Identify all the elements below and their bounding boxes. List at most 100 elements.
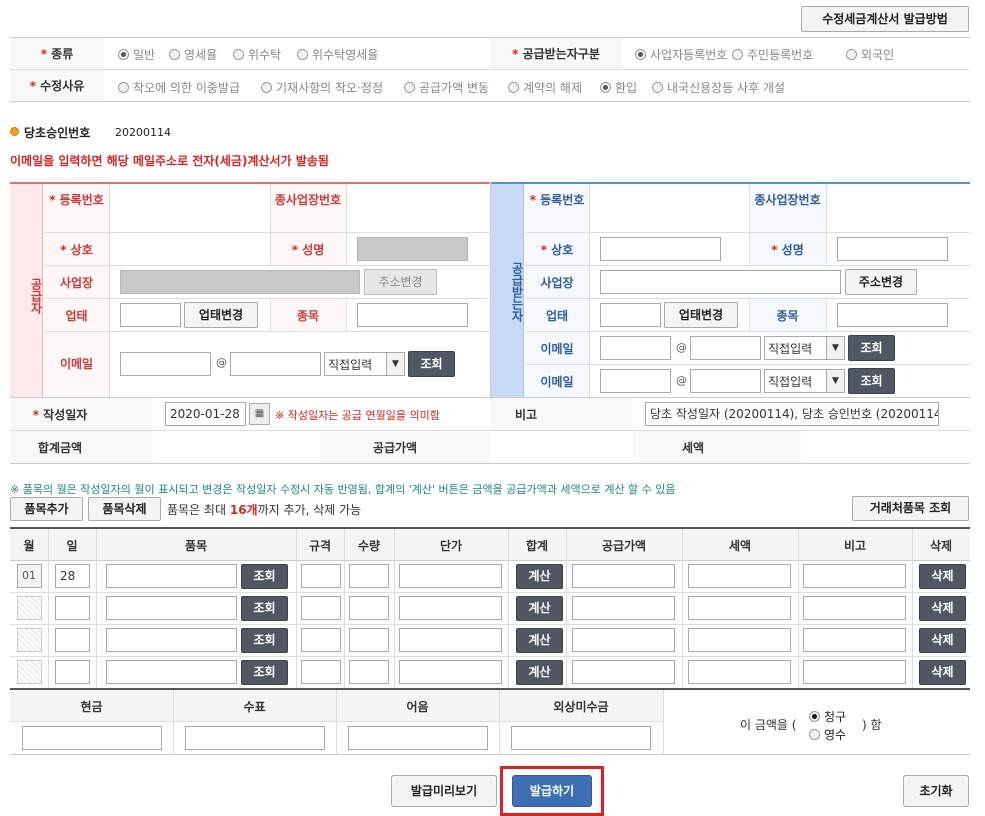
receiver-option-biz-no[interactable]: 사업자등록번호	[635, 46, 727, 63]
row-memo-field[interactable]	[803, 564, 906, 588]
payment-credit-field[interactable]	[511, 726, 651, 750]
row-item-field[interactable]	[106, 628, 237, 652]
supplier-email-id-field[interactable]	[120, 352, 211, 376]
receiver-email-id-field-2[interactable]	[600, 369, 671, 393]
reason-option-correction[interactable]: 기재사항의 착오·정정	[261, 79, 383, 96]
row-supply-field[interactable]	[572, 628, 675, 652]
add-item-button[interactable]: 품목추가	[10, 497, 83, 521]
row-item-field[interactable]	[106, 564, 237, 588]
supplier-email-lookup-button[interactable]: 조회	[408, 351, 455, 377]
reason-option-supply-change[interactable]: 공급가액 변동	[404, 79, 489, 96]
receiver-email-domain-select[interactable]: 직접입력 ▼	[764, 336, 845, 360]
row-supply-field[interactable]	[572, 564, 675, 588]
payment-cash-field[interactable]	[22, 726, 162, 750]
row-delete-button[interactable]: 삭제	[919, 660, 966, 685]
how-to-issue-button[interactable]: 수정세금계산서 발급방법	[801, 6, 969, 32]
supplier-email-domain-select[interactable]: 직접입력 ▼	[324, 352, 405, 376]
issue-preview-button[interactable]: 발급미리보기	[391, 775, 497, 807]
row-unit-price-field[interactable]	[399, 564, 502, 588]
supplier-address-change-button[interactable]: 주소변경	[364, 269, 437, 295]
write-date-field[interactable]: 2020-01-28	[165, 402, 246, 426]
row-qty-field[interactable]	[349, 660, 389, 684]
row-memo-field[interactable]	[803, 660, 906, 684]
receiver-address-field[interactable]	[600, 270, 841, 294]
supplier-biz-type-change-button[interactable]: 업태변경	[184, 302, 258, 328]
receiver-company-field[interactable]	[600, 237, 721, 261]
row-tax-field[interactable]	[688, 628, 791, 652]
row-item-lookup-button[interactable]: 조회	[241, 596, 288, 621]
row-unit-price-field[interactable]	[399, 596, 502, 620]
receiver-item-field[interactable]	[837, 303, 948, 327]
reason-option-lc[interactable]: 내국신용장등 사후 개설	[652, 79, 785, 96]
receiver-option-resident-no[interactable]: 주민등록번호	[732, 46, 813, 63]
payment-option-claim[interactable]: 청구	[809, 708, 846, 725]
row-calc-button[interactable]: 계산	[516, 564, 563, 589]
row-supply-field[interactable]	[572, 660, 675, 684]
row-qty-field[interactable]	[349, 628, 389, 652]
type-option-consign[interactable]: 위수탁	[233, 46, 281, 63]
row-memo-field[interactable]	[803, 596, 906, 620]
supplier-item-field[interactable]	[357, 303, 468, 327]
receiver-email-lookup-button[interactable]: 조회	[848, 335, 895, 361]
row-day-field[interactable]: 28	[55, 564, 90, 588]
supplier-email-domain-field[interactable]	[230, 352, 321, 376]
receiver-email-domain-field[interactable]	[690, 336, 761, 360]
receiver-email-id-field[interactable]	[600, 336, 671, 360]
row-memo-field[interactable]	[803, 628, 906, 652]
row-tax-field[interactable]	[688, 596, 791, 620]
type-option-general[interactable]: 일반	[118, 46, 155, 63]
delete-item-button[interactable]: 품목삭제	[88, 497, 161, 521]
row-spec-field[interactable]	[301, 596, 341, 620]
row-delete-button[interactable]: 삭제	[919, 596, 966, 621]
supplier-side-label: 공급자	[29, 278, 43, 314]
receiver-address-label: 사업장	[540, 276, 574, 290]
receiver-option-foreigner[interactable]: 외국인	[846, 46, 894, 63]
payment-check-field[interactable]	[185, 726, 325, 750]
payment-bill-field[interactable]	[348, 726, 488, 750]
type-option-consign-zero[interactable]: 위수탁영세율	[297, 46, 378, 63]
type-option-zero-rate[interactable]: 영세율	[169, 46, 217, 63]
receiver-biz-type-change-button[interactable]: 업태변경	[664, 302, 738, 328]
issue-button[interactable]: 발급하기	[512, 775, 592, 807]
receiver-address-change-button[interactable]: 주소변경	[845, 269, 917, 295]
receiver-email-domain-field-2[interactable]	[690, 369, 761, 393]
receiver-email-lookup-button-2[interactable]: 조회	[848, 368, 895, 394]
partner-items-lookup-button[interactable]: 거래처품목 조회	[852, 496, 969, 521]
row-spec-field[interactable]	[301, 564, 341, 588]
row-item-field[interactable]	[106, 660, 237, 684]
row-unit-price-field[interactable]	[399, 628, 502, 652]
reason-option-return[interactable]: 환입	[600, 79, 637, 96]
payment-option-receipt[interactable]: 영수	[809, 726, 846, 743]
reset-button[interactable]: 초기화	[903, 775, 969, 807]
supplier-biz-type-field[interactable]	[120, 303, 181, 327]
row-delete-button[interactable]: 삭제	[919, 564, 966, 589]
receiver-email-domain-select-2[interactable]: 직접입력 ▼	[764, 369, 845, 393]
row-calc-button[interactable]: 계산	[516, 660, 563, 685]
row-day-field[interactable]	[55, 628, 90, 652]
row-day-field[interactable]	[55, 660, 90, 684]
reason-option-duplicate[interactable]: 착오에 의한 이중발급	[118, 79, 240, 96]
row-day-field[interactable]	[55, 596, 90, 620]
row-supply-field[interactable]	[572, 596, 675, 620]
row-delete-button[interactable]: 삭제	[919, 628, 966, 653]
row-spec-field[interactable]	[301, 660, 341, 684]
row-spec-field[interactable]	[301, 628, 341, 652]
calendar-icon[interactable]: ▦	[249, 403, 270, 425]
memo-field[interactable]: 당초 작성일자 (20200114), 당초 승인번호 (20200114-	[645, 402, 939, 426]
row-item-lookup-button[interactable]: 조회	[241, 628, 288, 653]
row-item-lookup-button[interactable]: 조회	[241, 660, 288, 685]
row-tax-field[interactable]	[688, 564, 791, 588]
reason-option-contract-cancel[interactable]: 계약의 해제	[508, 79, 582, 96]
tax-amount-label: 세액	[681, 441, 705, 455]
row-calc-button[interactable]: 계산	[516, 596, 563, 621]
radio-icon	[600, 82, 611, 93]
row-qty-field[interactable]	[349, 564, 389, 588]
receiver-biz-type-field[interactable]	[600, 303, 661, 327]
receiver-name-field[interactable]	[837, 237, 948, 261]
row-calc-button[interactable]: 계산	[516, 628, 563, 653]
row-item-lookup-button[interactable]: 조회	[241, 564, 288, 589]
row-qty-field[interactable]	[349, 596, 389, 620]
row-tax-field[interactable]	[688, 660, 791, 684]
row-unit-price-field[interactable]	[399, 660, 502, 684]
row-item-field[interactable]	[106, 596, 237, 620]
